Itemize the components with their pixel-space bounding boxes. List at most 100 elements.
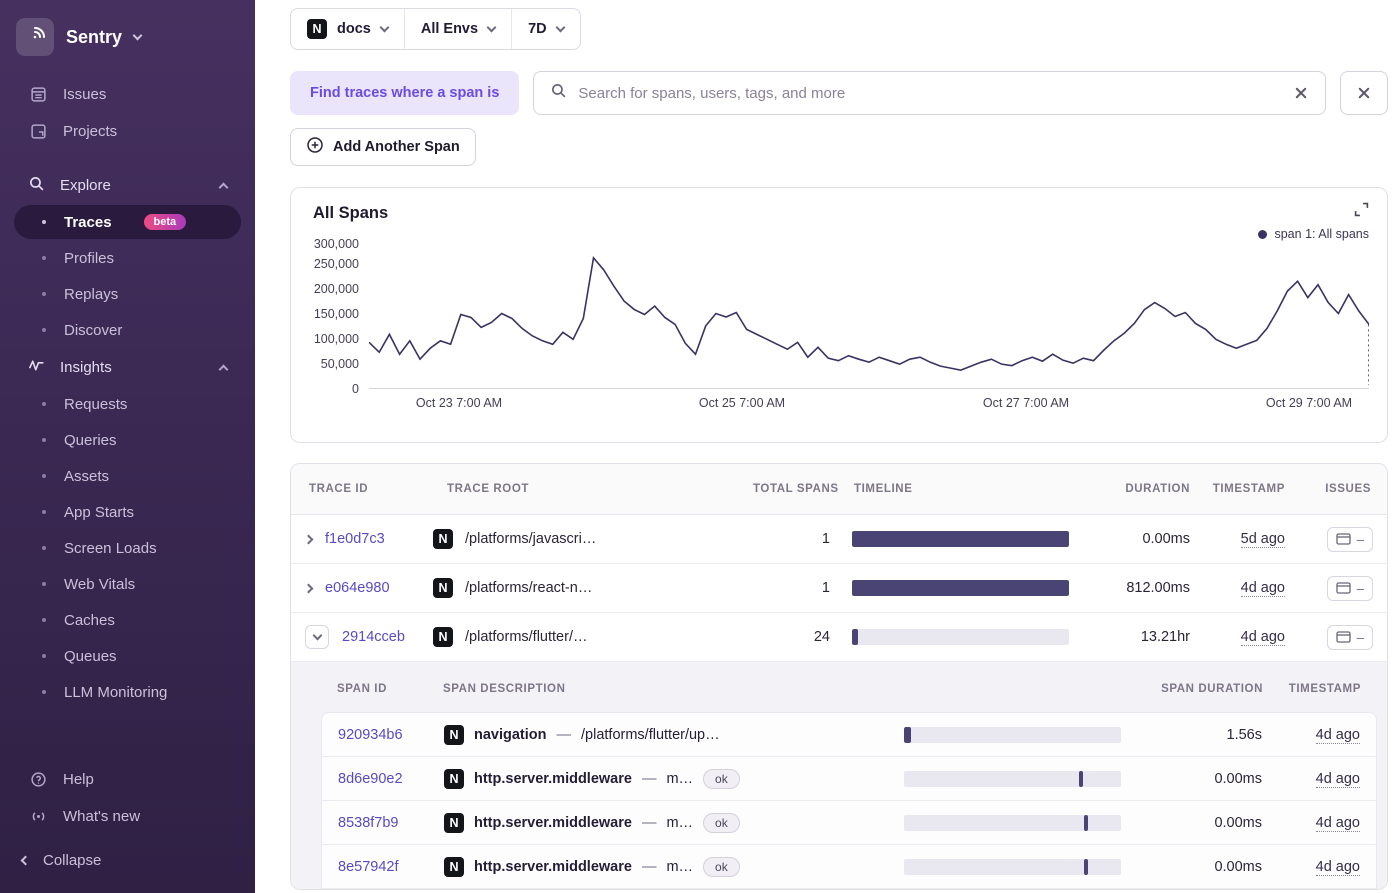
traces-table: TRACE ID TRACE ROOT TOTAL SPANS TIMELINE… <box>290 463 1388 890</box>
collapse-row-button[interactable] <box>305 625 329 649</box>
clear-search-icon[interactable] <box>1293 85 1309 101</box>
search-icon <box>28 175 45 196</box>
span-id-link[interactable]: 8538f7b9 <box>338 815 398 831</box>
x-tick: Oct 29 7:00 AM <box>1265 396 1353 410</box>
timestamp-link[interactable]: 4d ago <box>1315 726 1360 744</box>
issues-button[interactable]: – <box>1326 526 1373 552</box>
platform-icon: N <box>444 724 464 745</box>
y-tick: 200,000 <box>313 281 359 296</box>
timestamp-link[interactable]: 4d ago <box>1315 858 1360 876</box>
span-row[interactable]: 8538f7b9 N http.server.middleware — m… o… <box>322 801 1376 845</box>
span-search-input[interactable] <box>578 84 1282 102</box>
trace-id-link[interactable]: f1e0d7c3 <box>325 531 385 547</box>
table-row[interactable]: e064e980 N /platforms/react-n… 1 812.00m… <box>291 564 1387 613</box>
issues-button[interactable]: – <box>1326 624 1373 650</box>
column-header-span-duration: SPAN DURATION <box>1161 683 1263 695</box>
close-button[interactable] <box>1340 71 1388 115</box>
issues-button[interactable]: – <box>1326 575 1373 601</box>
span-description: m… <box>666 814 694 831</box>
sidebar-item-screen-loads[interactable]: Screen Loads <box>0 530 255 566</box>
sidebar-item-label: LLM Monitoring <box>64 683 168 701</box>
column-header-timestamp: TIMESTAMP <box>1212 483 1285 495</box>
y-tick: 250,000 <box>313 257 359 272</box>
y-tick: 0 <box>352 382 359 396</box>
timeline-bar <box>904 726 911 743</box>
sidebar-item-help[interactable]: Help <box>0 761 255 798</box>
org-switcher[interactable]: Sentry <box>0 12 255 62</box>
sidebar-nav: Issues Projects Explore Traces beta Prof… <box>0 76 255 710</box>
sidebar-item-llm-monitoring[interactable]: LLM Monitoring <box>0 674 255 710</box>
table-row[interactable]: f1e0d7c3 N /platforms/javascri… 1 0.00ms… <box>291 515 1387 564</box>
sidebar-section-explore[interactable]: Explore <box>0 166 255 204</box>
sidebar-item-app-starts[interactable]: App Starts <box>0 494 255 530</box>
subtable-header-row: SPAN ID SPAN DESCRIPTION SPAN DURATION T… <box>321 666 1377 712</box>
date-range-selector[interactable]: 7D <box>511 9 580 49</box>
sidebar-item-replays[interactable]: Replays <box>0 276 255 312</box>
sidebar-item-web-vitals[interactable]: Web Vitals <box>0 566 255 602</box>
sidebar-item-discover[interactable]: Discover <box>0 312 255 348</box>
timeline-cell <box>848 531 1093 547</box>
sidebar-item-projects[interactable]: Projects <box>0 113 255 150</box>
x-tick: Oct 23 7:00 AM <box>415 396 503 410</box>
expand-chart-icon[interactable] <box>1354 202 1369 222</box>
separator: — <box>641 770 657 787</box>
timestamp-link[interactable]: 4d ago <box>1315 770 1360 788</box>
span-row[interactable]: 8e57942f N http.server.middleware — m… o… <box>322 845 1376 889</box>
chevron-down-icon <box>486 22 497 33</box>
sidebar-section-insights[interactable]: Insights <box>0 348 255 386</box>
bullet-icon <box>42 510 46 514</box>
column-header-trace-id: TRACE ID <box>309 483 369 495</box>
platform-icon: N <box>433 578 453 598</box>
span-id-link[interactable]: 8e57942f <box>338 859 398 875</box>
sidebar: Sentry Issues Projects Explore Traces be… <box>0 0 255 893</box>
add-another-span-button[interactable]: Add Another Span <box>290 128 476 166</box>
platform-icon: N <box>444 856 464 877</box>
timeline-bar <box>1078 770 1083 787</box>
span-duration-value: 1.56s <box>1226 726 1262 743</box>
span-duration-value: 0.00ms <box>1214 814 1262 831</box>
sidebar-item-assets[interactable]: Assets <box>0 458 255 494</box>
chevron-down-icon <box>312 630 322 641</box>
projects-icon <box>28 123 48 140</box>
sidebar-section-label: Explore <box>60 176 111 194</box>
span-id-link[interactable]: 920934b6 <box>338 727 403 743</box>
timestamp-link[interactable]: 4d ago <box>1240 580 1285 597</box>
separator: — <box>641 814 657 831</box>
issues-icon <box>28 86 48 103</box>
column-header-span-id: SPAN ID <box>337 683 387 695</box>
sidebar-item-queues[interactable]: Queues <box>0 638 255 674</box>
timeline-cell <box>900 770 1145 787</box>
sidebar-item-label: What's new <box>63 808 141 825</box>
trace-id-link[interactable]: e064e980 <box>325 580 390 596</box>
sidebar-item-profiles[interactable]: Profiles <box>0 240 255 276</box>
project-selector[interactable]: N docs <box>291 9 404 49</box>
trace-id-link[interactable]: 2914cceb <box>342 629 405 645</box>
sidebar-item-caches[interactable]: Caches <box>0 602 255 638</box>
sidebar-item-traces[interactable]: Traces beta <box>14 205 241 239</box>
timestamp-link[interactable]: 4d ago <box>1315 814 1360 832</box>
timestamp-link[interactable]: 4d ago <box>1240 629 1285 646</box>
bullet-icon <box>42 292 46 296</box>
spans-line-chart[interactable] <box>369 239 1369 389</box>
table-row-expanded[interactable]: 2914cceb N /platforms/flutter/… 24 13.21… <box>291 613 1387 662</box>
page-filter-bar: N docs All Envs 7D <box>290 8 1388 50</box>
span-row[interactable]: 920934b6 N navigation — /platforms/flutt… <box>322 713 1376 757</box>
span-row[interactable]: 8d6e90e2 N http.server.middleware — m… o… <box>322 757 1376 801</box>
timestamp-link[interactable]: 5d ago <box>1240 531 1285 548</box>
chart-title: All Spans <box>313 204 389 222</box>
span-id-link[interactable]: 8d6e90e2 <box>338 771 403 787</box>
y-tick: 300,000 <box>313 236 359 251</box>
chevron-down-icon <box>555 22 566 33</box>
environment-selector[interactable]: All Envs <box>403 9 511 49</box>
sidebar-item-issues[interactable]: Issues <box>0 76 255 113</box>
bullet-icon <box>42 582 46 586</box>
sidebar-item-whats-new[interactable]: What's new <box>0 798 255 835</box>
collapse-sidebar-button[interactable]: Collapse <box>0 835 255 885</box>
platform-icon: N <box>444 812 464 833</box>
bullet-icon <box>42 402 46 406</box>
expand-row-icon[interactable] <box>303 534 314 544</box>
expand-row-icon[interactable] <box>303 583 314 593</box>
sidebar-item-requests[interactable]: Requests <box>0 386 255 422</box>
sidebar-item-queries[interactable]: Queries <box>0 422 255 458</box>
chevron-down-icon <box>132 30 143 41</box>
